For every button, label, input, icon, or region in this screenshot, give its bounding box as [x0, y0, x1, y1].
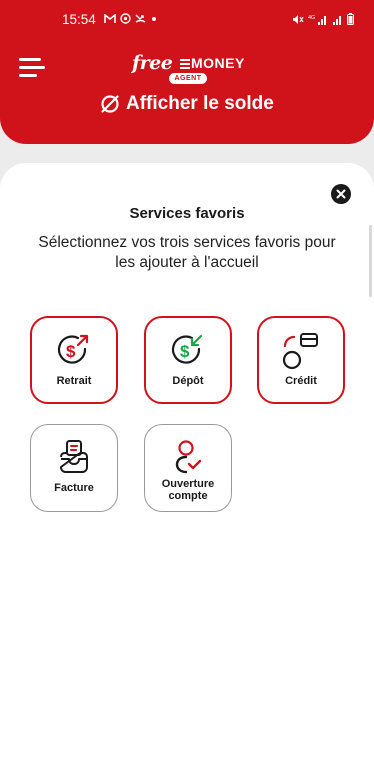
eye-hidden-icon [101, 95, 119, 113]
app-notification-icon [120, 13, 131, 24]
menu-button[interactable] [19, 58, 45, 78]
service-tile-facture[interactable]: Facture [30, 424, 118, 512]
service-label: Facture [54, 482, 94, 494]
signal-4g-icon: 4G [308, 15, 326, 25]
mute-icon [293, 14, 304, 24]
status-system-icons: 4G [292, 13, 354, 25]
close-icon [336, 189, 346, 199]
service-tile-ouverture-compte[interactable]: Ouverture compte [144, 424, 232, 512]
service-label: Crédit [285, 375, 317, 387]
menu-bar-bottom [19, 74, 37, 77]
service-label: Ouverture compte [161, 478, 215, 502]
signal-icon [333, 15, 341, 25]
credit-icon [259, 332, 343, 370]
dialog-title: Services favoris [129, 205, 245, 222]
service-label: Dépôt [172, 375, 204, 387]
logo-free-text: free [132, 52, 173, 74]
battery-icon [347, 13, 354, 25]
app-header: 15:54 4G free MONEY AGENT Afficher le so… [0, 0, 374, 144]
free-money-agent-logo: free MONEY AGENT [130, 52, 250, 86]
svg-text:4G: 4G [308, 15, 315, 21]
account-opening-icon [145, 439, 231, 475]
status-bar: 15:54 4G [0, 0, 374, 40]
scrollbar[interactable] [369, 225, 372, 297]
invoice-icon [31, 439, 117, 475]
svg-text:$: $ [66, 342, 76, 361]
service-label: Retrait [56, 375, 92, 387]
withdraw-icon: $ [32, 332, 116, 368]
menu-bar-middle [19, 66, 45, 69]
gmail-icon [104, 13, 116, 23]
show-balance-button[interactable]: Afficher le solde [100, 93, 274, 115]
logo-money-text: MONEY [191, 55, 245, 71]
close-button[interactable] [331, 184, 351, 204]
dot-icon [152, 16, 156, 21]
deposit-icon: $ [146, 332, 230, 368]
service-tile-retrait[interactable]: $ Retrait [30, 316, 118, 404]
status-time: 15:54 [62, 12, 96, 27]
svg-text:$: $ [180, 342, 190, 361]
menu-bar-top [19, 58, 41, 61]
service-tile-depot[interactable]: $ Dépôt [144, 316, 232, 404]
logo-lines [180, 59, 190, 69]
service-tile-credit[interactable]: Crédit [257, 316, 345, 404]
show-balance-label: Afficher le solde [126, 93, 274, 114]
logo-agent-badge: AGENT [169, 73, 207, 84]
dialog-subtitle: Sélectionnez vos trois services favoris … [38, 234, 336, 271]
status-notification-icons [104, 13, 158, 24]
missed-call-icon [135, 14, 146, 23]
